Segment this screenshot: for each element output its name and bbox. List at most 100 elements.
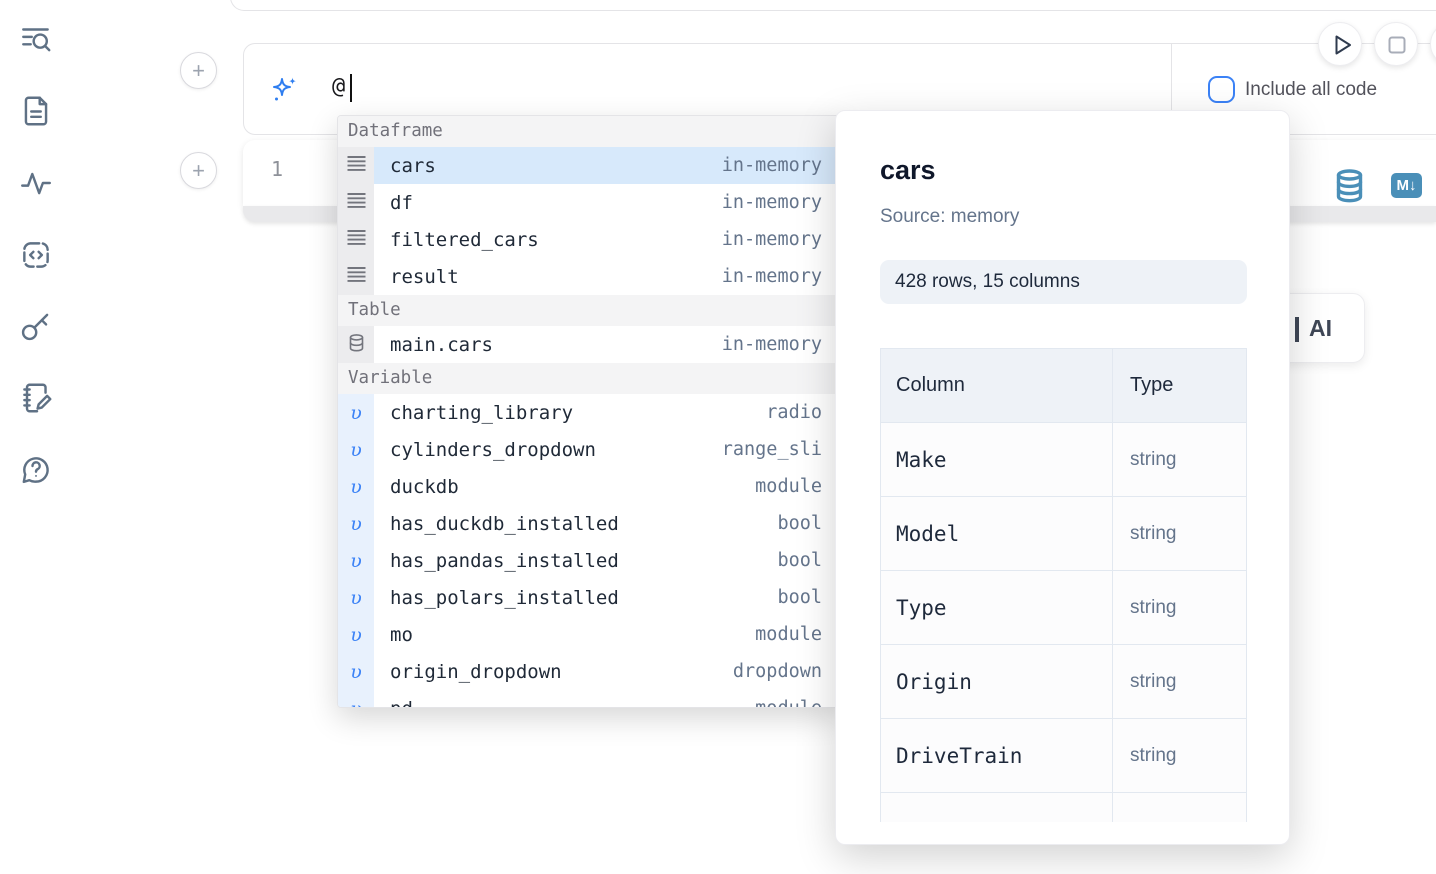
autocomplete-item-df[interactable]: df in-memory	[338, 184, 842, 221]
item-gutter	[338, 221, 374, 258]
autocomplete-item-filtered_cars[interactable]: filtered_carsin-memory	[338, 221, 842, 258]
column-name: DriveTrain	[896, 744, 1022, 768]
schema-table: ColumnTypeMakestringModelstringTypestrin…	[880, 348, 1247, 822]
add-cell-button-bottom[interactable]: +	[180, 152, 217, 189]
item-gutter	[338, 184, 374, 221]
item-main: charting_library radio	[374, 394, 842, 431]
item-type: in-memory	[722, 192, 822, 213]
clipped-letter	[1295, 317, 1299, 342]
item-type: radio	[766, 402, 822, 423]
item-gutter: υ	[338, 394, 374, 431]
autocomplete-item-charting_library[interactable]: υ charting_library radio	[338, 394, 842, 431]
header-column: Column	[881, 349, 1113, 422]
item-gutter: υ	[338, 690, 374, 708]
item-name: df	[390, 192, 413, 214]
dataframe-icon	[347, 155, 366, 176]
item-main: pd module	[374, 690, 842, 708]
schema-table-header: ColumnType	[881, 349, 1246, 423]
ai-button-label: AI	[1309, 315, 1332, 342]
autocomplete-item-duckdb[interactable]: υduckdbmodule	[338, 468, 842, 505]
sidebar-item-file-explorer[interactable]	[18, 93, 54, 129]
item-type: in-memory	[722, 229, 822, 250]
key-icon	[18, 331, 54, 348]
item-type: bool	[777, 550, 822, 571]
autocomplete-item-mo[interactable]: υmomodule	[338, 616, 842, 653]
autocomplete-item-result[interactable]: resultin-memory	[338, 258, 842, 295]
variable-icon: υ	[350, 550, 362, 572]
item-name: pd	[390, 698, 413, 709]
item-type: in-memory	[722, 155, 822, 176]
schema-table-row: DriveTrainstring	[881, 719, 1246, 793]
header-type: Type	[1113, 349, 1246, 422]
item-type: module	[755, 476, 822, 497]
sparkles-icon	[270, 75, 300, 105]
variable-icon: υ	[350, 698, 362, 709]
database-icon-button[interactable]	[1336, 169, 1363, 208]
item-main: main.carsin-memory	[374, 326, 842, 363]
item-type: module	[755, 698, 822, 708]
include-all-code-checkbox[interactable]	[1208, 76, 1235, 103]
autocomplete-item-has_duckdb_installed[interactable]: υhas_duckdb_installedbool	[338, 505, 842, 542]
play-icon	[1319, 23, 1363, 67]
stop-kernel-button[interactable]	[1374, 22, 1418, 66]
autocomplete-item-origin_dropdown[interactable]: υorigin_dropdowndropdown	[338, 653, 842, 690]
item-main: resultin-memory	[374, 258, 842, 295]
item-name: origin_dropdown	[390, 661, 562, 683]
column-name: Make	[896, 448, 947, 472]
item-main: origin_dropdown dropdown	[374, 653, 842, 690]
item-gutter: υ	[338, 505, 374, 542]
column-type: string	[1130, 597, 1176, 619]
file-icon	[18, 116, 54, 133]
notebook-edit-icon	[18, 403, 54, 420]
database-small-icon	[349, 334, 364, 356]
column-name: Model	[896, 522, 959, 546]
autocomplete-section-header: Dataframe	[338, 116, 842, 147]
item-name: has_duckdb_installed	[390, 513, 619, 535]
ai-prompt-input[interactable]: @	[332, 74, 345, 99]
item-main: has_pandas_installed bool	[374, 542, 842, 579]
sidebar-item-snippets[interactable]	[18, 237, 54, 273]
item-gutter	[338, 258, 374, 295]
autocomplete-item-has_pandas_installed[interactable]: υ has_pandas_installed bool	[338, 542, 842, 579]
sidebar-item-secrets[interactable]	[18, 308, 54, 344]
item-gutter	[338, 147, 374, 184]
item-name: duckdb	[390, 476, 459, 498]
sidebar-item-dependency-graph[interactable]	[18, 165, 54, 201]
item-name: charting_library	[390, 402, 573, 424]
schema-table-row: Typestring	[881, 571, 1246, 645]
text-cursor	[350, 74, 352, 102]
item-type: dropdown	[733, 661, 822, 682]
schema-table-row	[881, 793, 1246, 822]
autocomplete-item-has_polars_installed[interactable]: υhas_polars_installedbool	[338, 579, 842, 616]
item-name: has_pandas_installed	[390, 550, 619, 572]
schema-table-row: Modelstring	[881, 497, 1246, 571]
dataframe-icon	[347, 229, 366, 250]
dataframe-icon	[347, 192, 366, 213]
autocomplete-section-header: Variable	[338, 363, 842, 394]
marimo-notebook-screen: + + @ Include all code 1	[0, 0, 1436, 874]
item-name: mo	[390, 624, 413, 646]
item-gutter: υ	[338, 542, 374, 579]
run-cell-button[interactable]	[1318, 22, 1362, 66]
item-main: has_polars_installedbool	[374, 579, 842, 616]
sidebar-item-scratchpad[interactable]	[18, 380, 54, 416]
item-name: has_polars_installed	[390, 587, 619, 609]
item-main: momodule	[374, 616, 842, 653]
add-cell-button-top[interactable]: +	[180, 52, 217, 89]
stop-icon	[1375, 23, 1419, 67]
sidebar-item-table-of-contents[interactable]	[18, 21, 54, 57]
autocomplete-item-cars[interactable]: carsin-memory	[338, 147, 842, 184]
autocomplete-dropdown: Dataframecarsin-memorydfin-memoryfiltere…	[337, 115, 843, 708]
variable-icon: υ	[350, 513, 362, 535]
item-gutter: υ	[338, 431, 374, 468]
autocomplete-item-cylinders_dropdown[interactable]: υcylinders_dropdownrange_sli	[338, 431, 842, 468]
shape-badge: 428 rows, 15 columns	[880, 260, 1247, 304]
sidebar-item-help[interactable]	[18, 452, 54, 488]
autocomplete-item-main.cars[interactable]: main.carsin-memory	[338, 326, 842, 363]
item-main: cylinders_dropdownrange_sli	[374, 431, 842, 468]
include-all-code-label[interactable]: Include all code	[1245, 79, 1377, 101]
markdown-icon-button[interactable]: M↓	[1391, 173, 1422, 198]
autocomplete-item-pd[interactable]: υ pd module	[338, 690, 842, 708]
item-name: result	[390, 266, 459, 288]
column-type: string	[1130, 449, 1176, 471]
